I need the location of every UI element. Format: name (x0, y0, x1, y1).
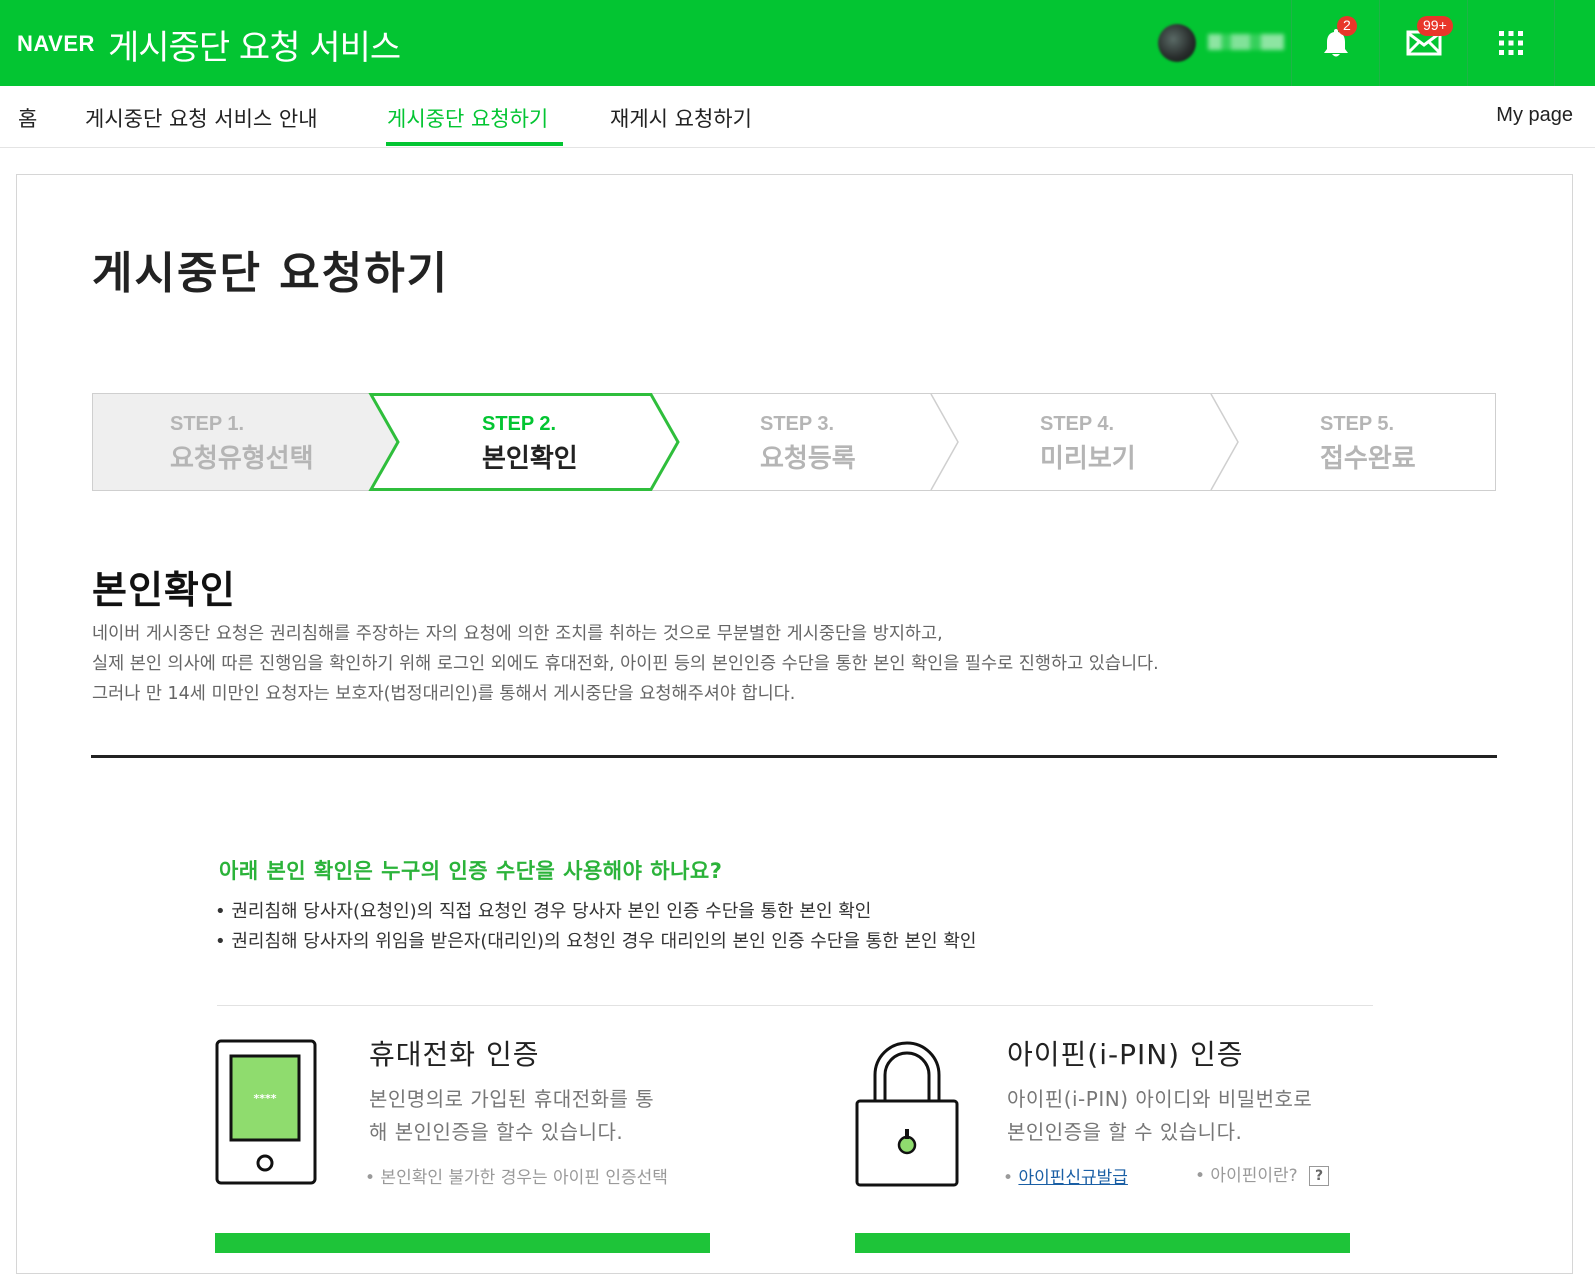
question-item-1: • 권리침해 당사자(요청인)의 직접 요청인 경우 당사자 본인 인증 수단을… (215, 901, 872, 922)
desc-line-1: 네이버 게시중단 요청은 권리침해를 주장하는 자의 요청에 의한 조치를 취하… (92, 624, 943, 644)
username-blurred[interactable] (1208, 34, 1284, 50)
ipin-new-issue-link[interactable]: 아이핀신규발급 (1018, 1168, 1127, 1188)
mobile-phone-icon: **** (215, 1039, 317, 1185)
step-5-name: 접수완료 (1320, 444, 1416, 474)
page-title: 게시중단 요청하기 (92, 248, 450, 299)
step-4-name: 미리보기 (1040, 444, 1136, 474)
ipin-auth-button[interactable] (855, 1233, 1350, 1253)
mail-count-badge: 99+ (1417, 16, 1453, 36)
nav-service-guide[interactable]: 게시중단 요청 서비스 안내 (85, 103, 318, 133)
ipin-auth-links: • 아이핀신규발급 (1003, 1163, 1128, 1188)
phone-desc-line-1: 본인명의로 가입된 휴대전화를 통 (369, 1087, 655, 1111)
phone-auth-button[interactable] (215, 1233, 710, 1253)
mypage-link[interactable]: My page (1496, 104, 1573, 127)
step-1: STEP 1. 요청유형선택 (170, 413, 314, 475)
content-panel: 게시중단 요청하기 STEP 1. 요청유형선택 STEP 2. 본인확인 ST… (16, 174, 1573, 1274)
apps-menu-button[interactable] (1467, 0, 1555, 86)
question-list: • 권리침해 당사자(요청인)의 직접 요청인 경우 당사자 본인 인증 수단을… (215, 897, 976, 957)
section-description: 네이버 게시중단 요청은 권리침해를 주장하는 자의 요청에 의한 조치를 취하… (92, 619, 1159, 709)
phone-desc-line-2: 해 본인인증을 할수 있습니다. (369, 1120, 624, 1144)
notification-button[interactable]: 2 (1291, 0, 1379, 86)
step-2-number: STEP 2. (482, 413, 557, 435)
section-divider (91, 755, 1497, 758)
phone-auth-description: 본인명의로 가입된 휴대전화를 통 해 본인인증을 할수 있습니다. (369, 1083, 654, 1149)
step-5: STEP 5. 접수완료 (1320, 413, 1416, 475)
step-3: STEP 3. 요청등록 (760, 413, 856, 475)
nav-takedown-request[interactable]: 게시중단 요청하기 (387, 103, 548, 133)
phone-screen-text: **** (253, 1092, 276, 1105)
phone-auth-title: 휴대전화 인증 (369, 1038, 540, 1071)
top-header: NAVER 게시중단 요청 서비스 2 99+ (0, 0, 1595, 86)
mail-button[interactable]: 99+ (1379, 0, 1467, 86)
step-2-name: 본인확인 (482, 444, 578, 474)
nav-repost-request[interactable]: 재게시 요청하기 (610, 103, 752, 133)
question-title: 아래 본인 확인은 누구의 인증 수단을 사용해야 하나요? (219, 859, 723, 883)
main-nav: 홈 게시중단 요청 서비스 안내 게시중단 요청하기 재게시 요청하기 My p… (0, 86, 1595, 148)
ipin-desc-line-1: 아이핀(i-PIN) 아이디와 비밀번호로 (1007, 1087, 1313, 1111)
avatar[interactable] (1158, 24, 1196, 62)
nav-home[interactable]: 홈 (18, 103, 37, 133)
lock-icon (855, 1041, 959, 1187)
ipin-link-bullet: • (1003, 1168, 1014, 1188)
light-divider (217, 1005, 1373, 1006)
ipin-auth-title: 아이핀(i-PIN) 인증 (1007, 1038, 1244, 1071)
grid-icon (1499, 31, 1523, 55)
step-2: STEP 2. 본인확인 (482, 413, 578, 475)
step-4-number: STEP 4. (1040, 413, 1115, 435)
step-3-name: 요청등록 (760, 444, 856, 474)
active-tab-underline (386, 142, 563, 146)
service-title[interactable]: 게시중단 요청 서비스 (108, 20, 401, 69)
step-3-number: STEP 3. (760, 413, 835, 435)
step-1-name: 요청유형선택 (170, 444, 314, 474)
step-1-number: STEP 1. (170, 413, 245, 435)
section-title: 본인확인 (92, 568, 236, 612)
phone-auth-note: • 본인확인 불가한 경우는 아이핀 인증선택 (365, 1168, 668, 1188)
step-indicator: STEP 1. 요청유형선택 STEP 2. 본인확인 STEP 3. 요청등록… (92, 393, 1496, 491)
naver-logo[interactable]: NAVER (17, 31, 95, 57)
step-5-number: STEP 5. (1320, 413, 1395, 435)
ipin-help-label: • 아이핀이란? (1195, 1166, 1298, 1186)
help-icon[interactable]: ? (1309, 1166, 1330, 1186)
notification-count-badge: 2 (1337, 16, 1357, 36)
desc-line-3: 그러나 만 14세 미만인 요청자는 보호자(법정대리인)를 통해서 게시중단을… (92, 684, 796, 704)
desc-line-2: 실제 본인 의사에 따른 진행임을 확인하기 위해 로그인 외에도 휴대전화, … (92, 654, 1159, 674)
question-item-2: • 권리침해 당사자의 위임을 받은자(대리인)의 요청인 경우 대리인의 본인… (215, 931, 977, 952)
ipin-auth-description: 아이핀(i-PIN) 아이디와 비밀번호로 본인인증을 할 수 있습니다. (1007, 1083, 1312, 1149)
ipin-desc-line-2: 본인인증을 할 수 있습니다. (1007, 1120, 1243, 1144)
step-4: STEP 4. 미리보기 (1040, 413, 1136, 475)
ipin-help: • 아이핀이란? ? (1195, 1161, 1330, 1186)
